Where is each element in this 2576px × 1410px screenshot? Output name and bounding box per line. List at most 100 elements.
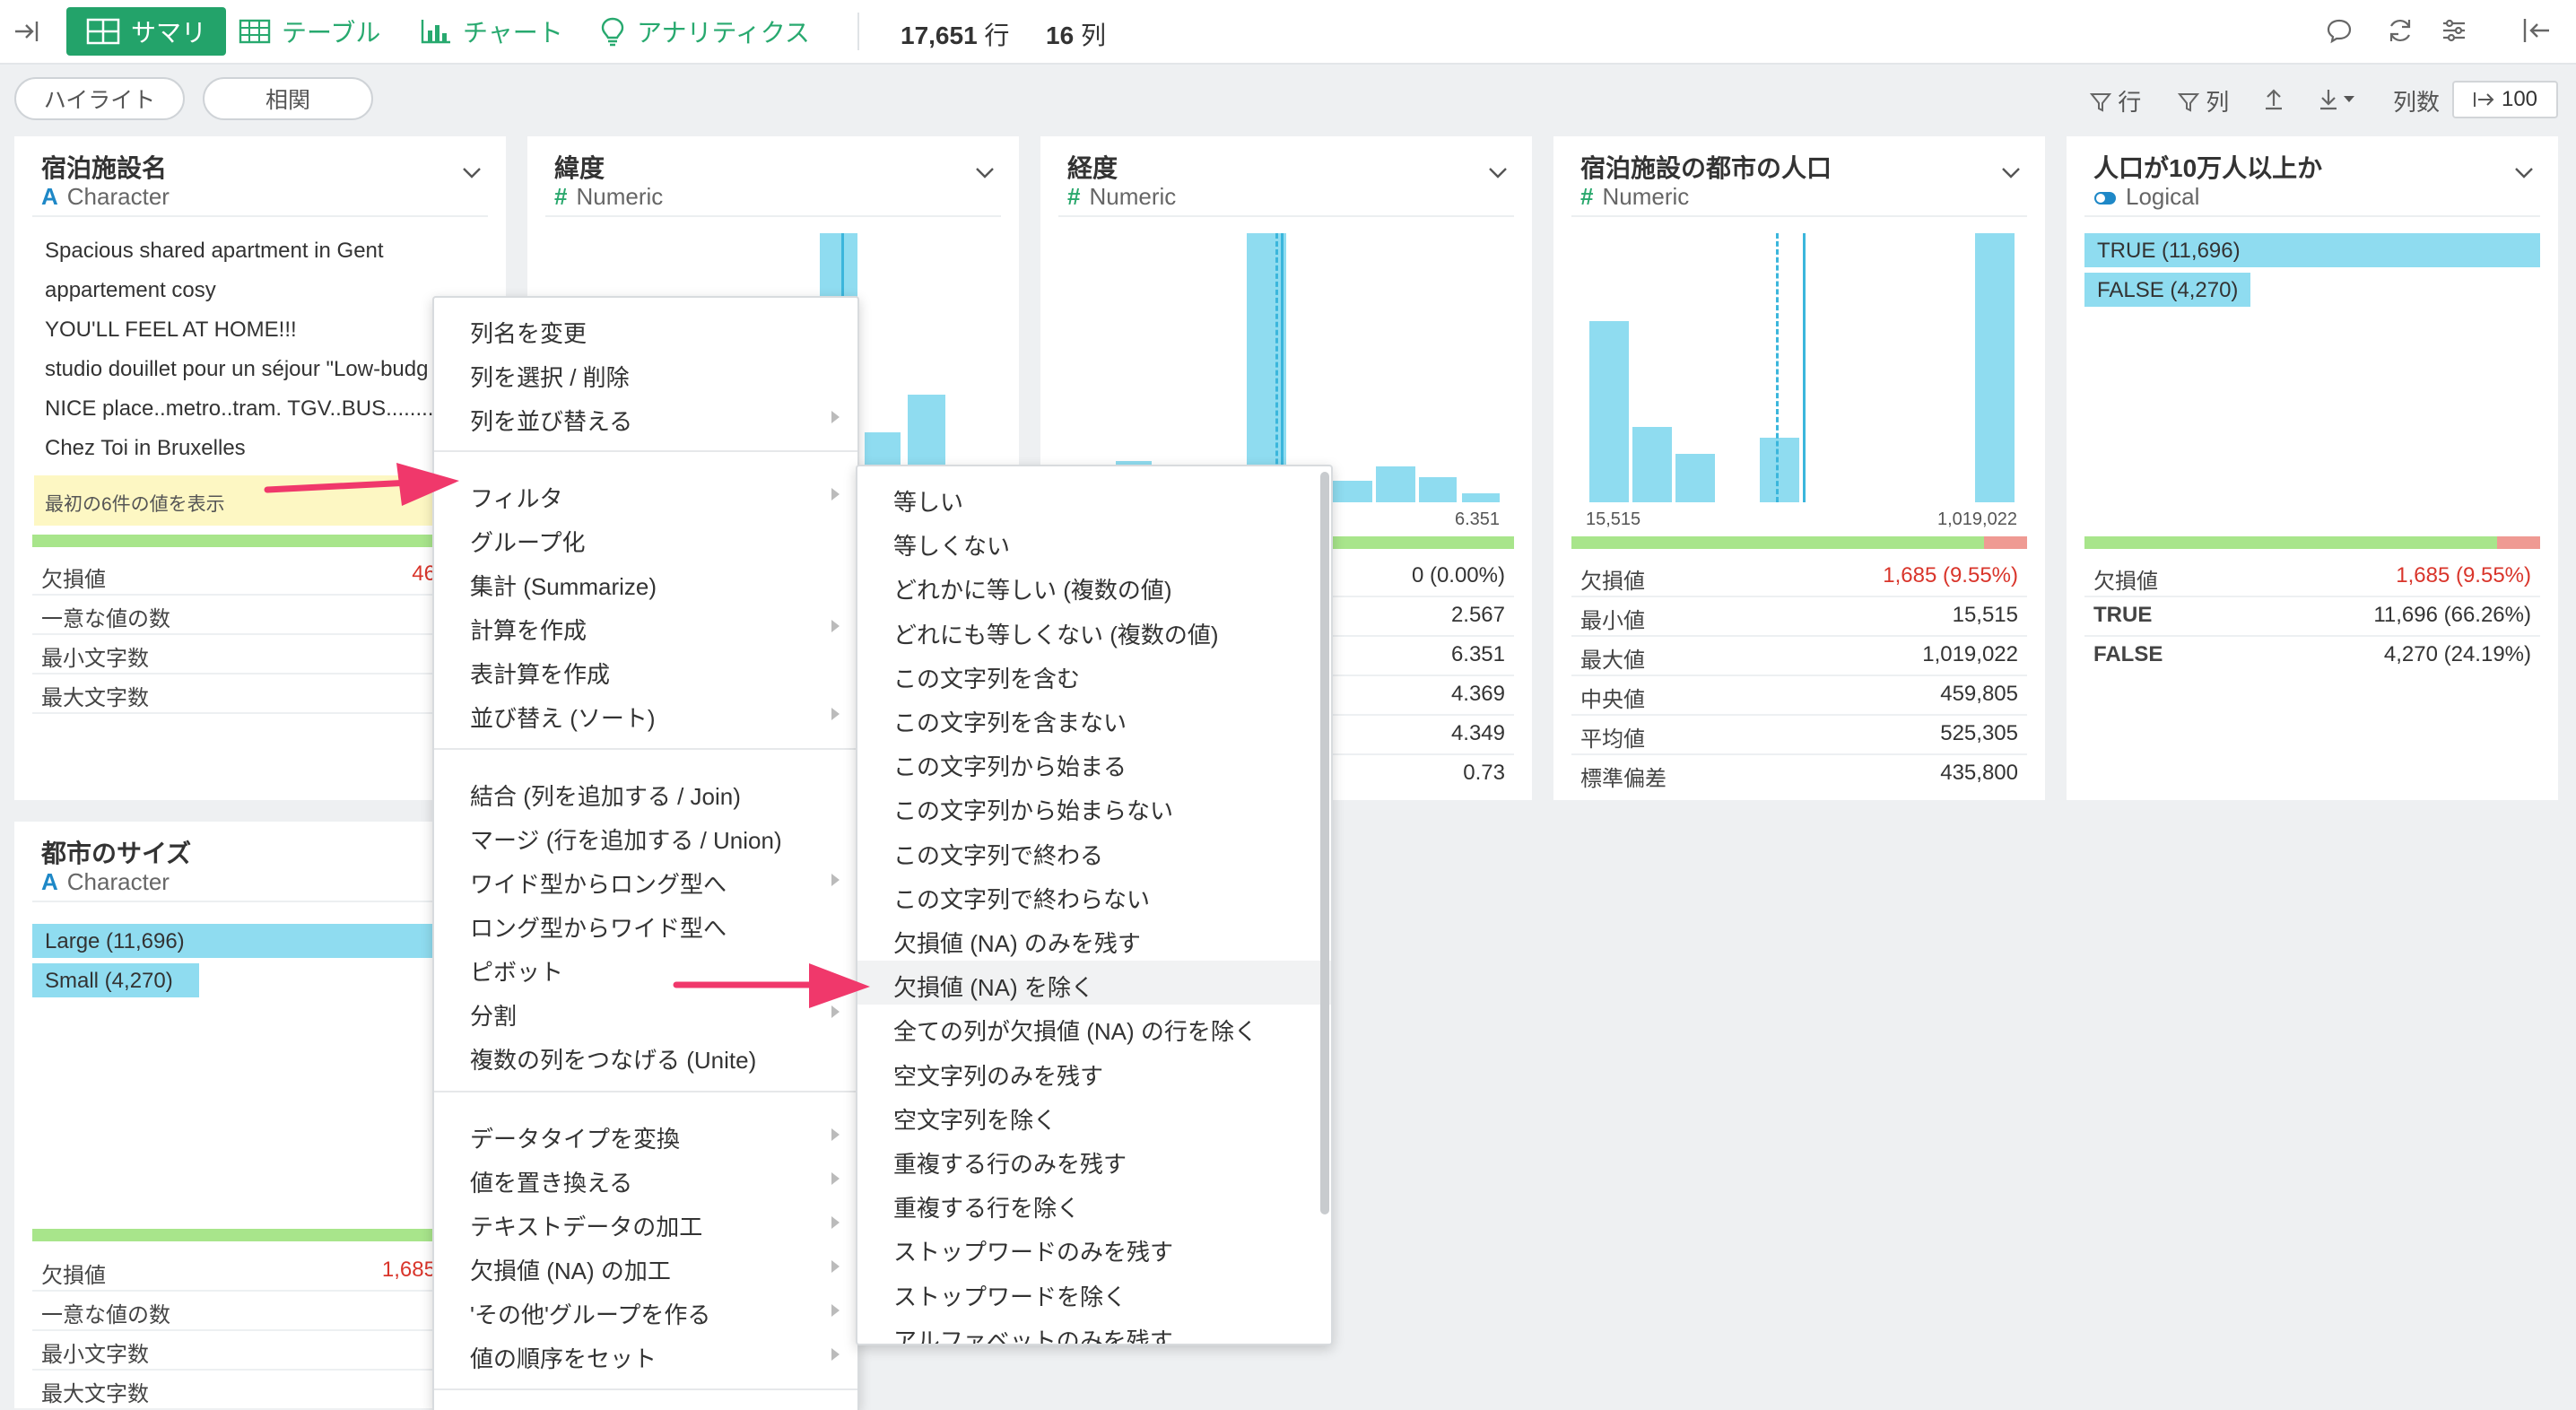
- menu-item-replace-values[interactable]: 値を置き換える: [434, 1156, 857, 1200]
- submenu-arrow-icon: [831, 1260, 840, 1273]
- filter-option[interactable]: ストップワードのみを残す: [857, 1225, 1331, 1269]
- filter-option[interactable]: 等しい: [857, 475, 1331, 519]
- histogram-bar: [1462, 493, 1500, 502]
- missing-bar: [1984, 536, 2027, 549]
- column-type: A Character: [41, 868, 170, 896]
- menu-item-sort[interactable]: 並び替え (ソート): [434, 692, 857, 735]
- stat-row: FALSE 4,270 (24.19%): [2093, 642, 2531, 666]
- menu-item-spread[interactable]: ロング型からワイド型へ: [434, 901, 857, 945]
- filter-option[interactable]: この文字列から始まる: [857, 740, 1331, 784]
- comment-icon[interactable]: [2325, 16, 2354, 45]
- submenu-arrow-icon: [831, 488, 840, 500]
- row-filter-label: 行: [2118, 89, 2142, 116]
- settings-icon[interactable]: [2440, 16, 2468, 45]
- submenu-scrollbar[interactable]: [1320, 472, 1329, 1214]
- chevron-down-icon[interactable]: [1998, 160, 2023, 185]
- filter-option[interactable]: 欠損値 (NA) を除く: [857, 961, 1331, 1005]
- filter-option[interactable]: 空文字列のみを残す: [857, 1049, 1331, 1093]
- stat-row: 最小文字数: [32, 633, 488, 675]
- chevron-down-icon[interactable]: [2511, 160, 2537, 185]
- filter-option-label: 等しい: [893, 489, 964, 516]
- character-type-icon: A: [41, 183, 58, 210]
- refresh-icon[interactable]: [2386, 16, 2415, 45]
- expand-right-icon[interactable]: [13, 18, 39, 45]
- filter-option[interactable]: 空文字列を除く: [857, 1093, 1331, 1137]
- menu-item-summarize[interactable]: 集計 (Summarize): [434, 560, 857, 604]
- column-card-population: 宿泊施設の都市の人口 # Numeric 15,515 1,019,022 欠損値…: [1553, 136, 2045, 800]
- menu-item-set-order[interactable]: 値の順序をセット: [434, 1332, 857, 1376]
- submenu-arrow-icon: [831, 620, 840, 632]
- row-filter-button[interactable]: 行: [2089, 84, 2142, 118]
- stat-row: 中央値 459,805: [1571, 675, 2027, 716]
- chevron-down-icon[interactable]: [1485, 160, 1510, 185]
- filter-option[interactable]: アルファベットのみを残す: [857, 1314, 1331, 1345]
- frequency-label: Small (4,270): [45, 969, 173, 993]
- column-title: 都市のサイズ: [41, 840, 192, 867]
- filter-option[interactable]: 重複する行のみを残す: [857, 1137, 1331, 1181]
- menu-item-window-calc[interactable]: 表計算を作成: [434, 648, 857, 692]
- tab-analytics[interactable]: アナリティクス: [599, 7, 810, 56]
- filter-option[interactable]: 等しくない: [857, 519, 1331, 563]
- menu-item-select-remove[interactable]: 列を選択 / 削除: [434, 351, 857, 395]
- menu-item-gather[interactable]: ワイド型からロング型へ: [434, 857, 857, 901]
- filter-option[interactable]: 欠損値 (NA) のみを残す: [857, 917, 1331, 961]
- filter-option[interactable]: この文字列で終わらない: [857, 873, 1331, 917]
- col-count-value: 100: [2501, 87, 2538, 111]
- tab-table[interactable]: テーブル: [239, 7, 380, 56]
- chevron-down-icon[interactable]: [972, 160, 997, 185]
- stat-row: TRUE 11,696 (66.26%): [2084, 596, 2540, 637]
- table-icon: [239, 19, 271, 44]
- menu-item-union[interactable]: マージ (行を追加する / Union): [434, 814, 857, 857]
- histogram-bar: [1675, 454, 1715, 502]
- column-type-label: Character: [66, 183, 170, 210]
- tab-chart[interactable]: チャート: [420, 7, 563, 56]
- stat-row: 一意な値の数17: [32, 594, 488, 635]
- correlation-button[interactable]: 相関: [203, 77, 373, 120]
- tab-summary[interactable]: サマリ: [66, 7, 227, 56]
- filter-option-label: アルファベットのみを残す: [893, 1327, 1173, 1345]
- filter-option-label: ストップワードを除く: [893, 1283, 1127, 1310]
- stat-row: 欠損値 1,685 (9.5: [32, 1250, 488, 1292]
- stat-row: 欠損値 1,685 (9.55%): [1571, 556, 2027, 597]
- filter-option[interactable]: この文字列を含まない: [857, 696, 1331, 740]
- menu-item-other-group[interactable]: 'その他'グループを作る: [434, 1288, 857, 1332]
- menu-item-group-by[interactable]: グループ化: [434, 516, 857, 560]
- col-filter-button[interactable]: 列: [2177, 84, 2229, 118]
- completeness-bar: [1571, 536, 1984, 549]
- row-count: 17,651 行: [901, 16, 1009, 52]
- menu-item-rename[interactable]: 列名を変更: [434, 307, 857, 351]
- filter-option[interactable]: この文字列から始まらない: [857, 784, 1331, 828]
- menu-item-join[interactable]: 結合 (列を追加する / Join): [434, 770, 857, 814]
- card-divider: [32, 215, 488, 217]
- submenu-arrow-icon: [831, 411, 840, 423]
- filter-option[interactable]: ストップワードを除く: [857, 1270, 1331, 1314]
- collapse-left-icon[interactable]: [2522, 16, 2553, 45]
- col-count-input[interactable]: 100: [2452, 81, 2558, 118]
- missing-bar: [2497, 536, 2540, 549]
- menu-item-unite[interactable]: 複数の列をつなげる (Unite): [434, 1033, 857, 1077]
- menu-item-text-processing[interactable]: テキストデータの加工: [434, 1200, 857, 1244]
- filter-option[interactable]: 重複する行を除く: [857, 1181, 1331, 1225]
- upload-icon[interactable]: [2262, 86, 2285, 111]
- menu-item-convert-type[interactable]: データタイプを変換: [434, 1112, 857, 1156]
- column-type: Logical: [2093, 183, 2199, 211]
- filter-option[interactable]: 全ての列が欠損値 (NA) の行を除く: [857, 1005, 1331, 1049]
- menu-item-reorder[interactable]: 列を並び替える: [434, 395, 857, 439]
- funnel-icon: [2089, 93, 2112, 112]
- stat-row: 欠損値 1,685 (9.55%): [2084, 556, 2540, 597]
- row-count-unit: 行: [984, 22, 1010, 49]
- chevron-down-icon[interactable]: [459, 160, 484, 185]
- menu-item-filter[interactable]: フィルタ: [434, 472, 857, 516]
- menu-item-mutate[interactable]: 計算を作成: [434, 604, 857, 648]
- filter-option[interactable]: どれにも等しくない (複数の値): [857, 608, 1331, 652]
- submenu-arrow-icon: [831, 1216, 840, 1229]
- download-dropdown-icon[interactable]: [2318, 86, 2357, 111]
- row-count-value: 17,651: [901, 22, 978, 49]
- card-divider: [1058, 215, 1514, 217]
- filter-option[interactable]: この文字列で終わる: [857, 829, 1331, 873]
- menu-item-na-processing[interactable]: 欠損値 (NA) の加工: [434, 1244, 857, 1288]
- filter-option[interactable]: この文字列を含む: [857, 652, 1331, 696]
- filter-option[interactable]: どれかに等しい (複数の値): [857, 563, 1331, 607]
- highlight-button[interactable]: ハイライト: [14, 77, 185, 120]
- stat-row: 最小文字数: [32, 1329, 488, 1371]
